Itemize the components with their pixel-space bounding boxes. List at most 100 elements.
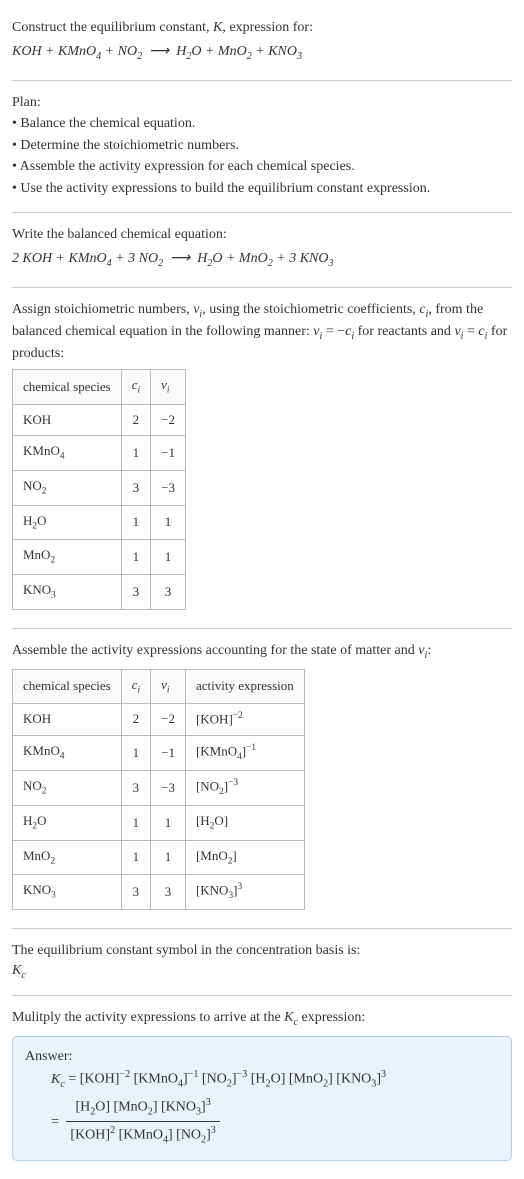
table-cell: −1 — [151, 735, 186, 770]
answer-box: Answer: Kc = [KOH]−2 [KMnO4]−1 [NO2]−3 [… — [12, 1036, 512, 1161]
table-cell: [KNO3]3 — [185, 875, 304, 910]
table-row: KNO333[KNO3]3 — [13, 875, 305, 910]
table-cell: [H2O] — [185, 805, 304, 840]
balanced-equation: 2 KOH + KMnO4 + 3 NO2 ⟶ H2O + MnO2 + 3 K… — [12, 249, 512, 271]
header-section: Construct the equilibrium constant, K, e… — [12, 10, 512, 76]
table-cell: 2 — [121, 405, 150, 436]
table-cell: 1 — [121, 505, 150, 540]
answer-label: Answer: — [25, 1047, 499, 1067]
fraction-numerator: [H2O] [MnO2] [KNO3]3 — [66, 1094, 219, 1123]
table-cell: 3 — [151, 575, 186, 610]
table-row: MnO211[MnO2] — [13, 840, 305, 875]
table-row: KOH2−2 — [13, 405, 186, 436]
plan-item: • Assemble the activity expression for e… — [12, 157, 512, 177]
table-row: H2O11 — [13, 505, 186, 540]
table-row: KNO333 — [13, 575, 186, 610]
table-cell: 3 — [121, 770, 150, 805]
activity-table: chemical species ci νi activity expressi… — [12, 669, 305, 911]
balanced-section: Write the balanced chemical equation: 2 … — [12, 217, 512, 283]
table-cell: −3 — [151, 770, 186, 805]
kc-line1: Kc = [KOH]−2 [KMnO4]−1 [NO2]−3 [H2O] [Mn… — [51, 1066, 499, 1094]
table-header: ci — [121, 669, 150, 704]
assemble-text: Assemble the activity expressions accoun… — [12, 641, 512, 663]
table-header: ci — [121, 370, 150, 405]
table-cell: −2 — [151, 405, 186, 436]
table-cell: KNO3 — [13, 875, 122, 910]
table-cell: 3 — [121, 875, 150, 910]
table-row: MnO211 — [13, 540, 186, 575]
table-cell: 1 — [121, 436, 150, 471]
table-row: NO23−3[NO2]−3 — [13, 770, 305, 805]
table-row: H2O11[H2O] — [13, 805, 305, 840]
plan-item: • Use the activity expressions to build … — [12, 179, 512, 199]
construct-text: Construct the equilibrium constant, K, e… — [12, 18, 512, 38]
table-row: NO23−3 — [13, 470, 186, 505]
table-cell: 2 — [121, 704, 150, 736]
divider — [12, 928, 512, 929]
table-cell: 1 — [151, 505, 186, 540]
divider — [12, 995, 512, 996]
table-cell: H2O — [13, 805, 122, 840]
kc-expression: Kc = [KOH]−2 [KMnO4]−1 [NO2]−3 [H2O] [Mn… — [51, 1066, 499, 1150]
table-header: chemical species — [13, 370, 122, 405]
symbol-section: The equilibrium constant symbol in the c… — [12, 933, 512, 991]
table-cell: [MnO2] — [185, 840, 304, 875]
table-row: KMnO41−1 — [13, 436, 186, 471]
table-cell: 1 — [121, 540, 150, 575]
divider — [12, 287, 512, 288]
table-header-row: chemical species ci νi — [13, 370, 186, 405]
assign-text: Assign stoichiometric numbers, νi, using… — [12, 300, 512, 363]
table-cell: 3 — [151, 875, 186, 910]
table-cell: MnO2 — [13, 840, 122, 875]
table-cell: 3 — [121, 575, 150, 610]
table-cell: 1 — [151, 840, 186, 875]
multiply-text: Mulitply the activity expressions to arr… — [12, 1008, 512, 1030]
table-cell: −1 — [151, 436, 186, 471]
table-cell: 1 — [151, 540, 186, 575]
table-cell: NO2 — [13, 470, 122, 505]
stoich-table: chemical species ci νi KOH2−2 KMnO41−1 N… — [12, 369, 186, 609]
table-cell: 1 — [121, 735, 150, 770]
table-cell: −2 — [151, 704, 186, 736]
table-cell: KMnO4 — [13, 436, 122, 471]
table-row: KMnO41−1[KMnO4]−1 — [13, 735, 305, 770]
multiply-section: Mulitply the activity expressions to arr… — [12, 1000, 512, 1169]
kc-line2: = [H2O] [MnO2] [KNO3]3 [KOH]2 [KMnO4] [N… — [51, 1094, 499, 1150]
table-cell: [KMnO4]−1 — [185, 735, 304, 770]
table-header: νi — [151, 669, 186, 704]
table-cell: 1 — [151, 805, 186, 840]
table-cell: KOH — [13, 704, 122, 736]
plan-section: Plan: • Balance the chemical equation. •… — [12, 85, 512, 209]
divider — [12, 212, 512, 213]
balanced-title: Write the balanced chemical equation: — [12, 225, 512, 245]
symbol-text: The equilibrium constant symbol in the c… — [12, 941, 512, 961]
table-cell: KOH — [13, 405, 122, 436]
table-cell: −3 — [151, 470, 186, 505]
table-header-row: chemical species ci νi activity expressi… — [13, 669, 305, 704]
plan-item: • Determine the stoichiometric numbers. — [12, 136, 512, 156]
table-cell: [KOH]−2 — [185, 704, 304, 736]
table-cell: 1 — [121, 840, 150, 875]
table-cell: 3 — [121, 470, 150, 505]
table-header: νi — [151, 370, 186, 405]
table-cell: [NO2]−3 — [185, 770, 304, 805]
table-cell: NO2 — [13, 770, 122, 805]
fraction-denominator: [KOH]2 [KMnO4] [NO2]3 — [66, 1122, 219, 1150]
table-header: activity expression — [185, 669, 304, 704]
plan-list: • Balance the chemical equation. • Deter… — [12, 114, 512, 198]
equals-prefix: = — [51, 1114, 62, 1129]
plan-item: • Balance the chemical equation. — [12, 114, 512, 134]
table-row: KOH2−2[KOH]−2 — [13, 704, 305, 736]
table-cell: MnO2 — [13, 540, 122, 575]
table-cell: 1 — [121, 805, 150, 840]
table-cell: H2O — [13, 505, 122, 540]
table-cell: KNO3 — [13, 575, 122, 610]
assemble-section: Assemble the activity expressions accoun… — [12, 633, 512, 925]
divider — [12, 80, 512, 81]
plan-title: Plan: — [12, 93, 512, 113]
fraction: [H2O] [MnO2] [KNO3]3 [KOH]2 [KMnO4] [NO2… — [66, 1094, 219, 1150]
table-cell: KMnO4 — [13, 735, 122, 770]
kc-symbol: Kc — [12, 961, 512, 983]
divider — [12, 628, 512, 629]
table-header: chemical species — [13, 669, 122, 704]
